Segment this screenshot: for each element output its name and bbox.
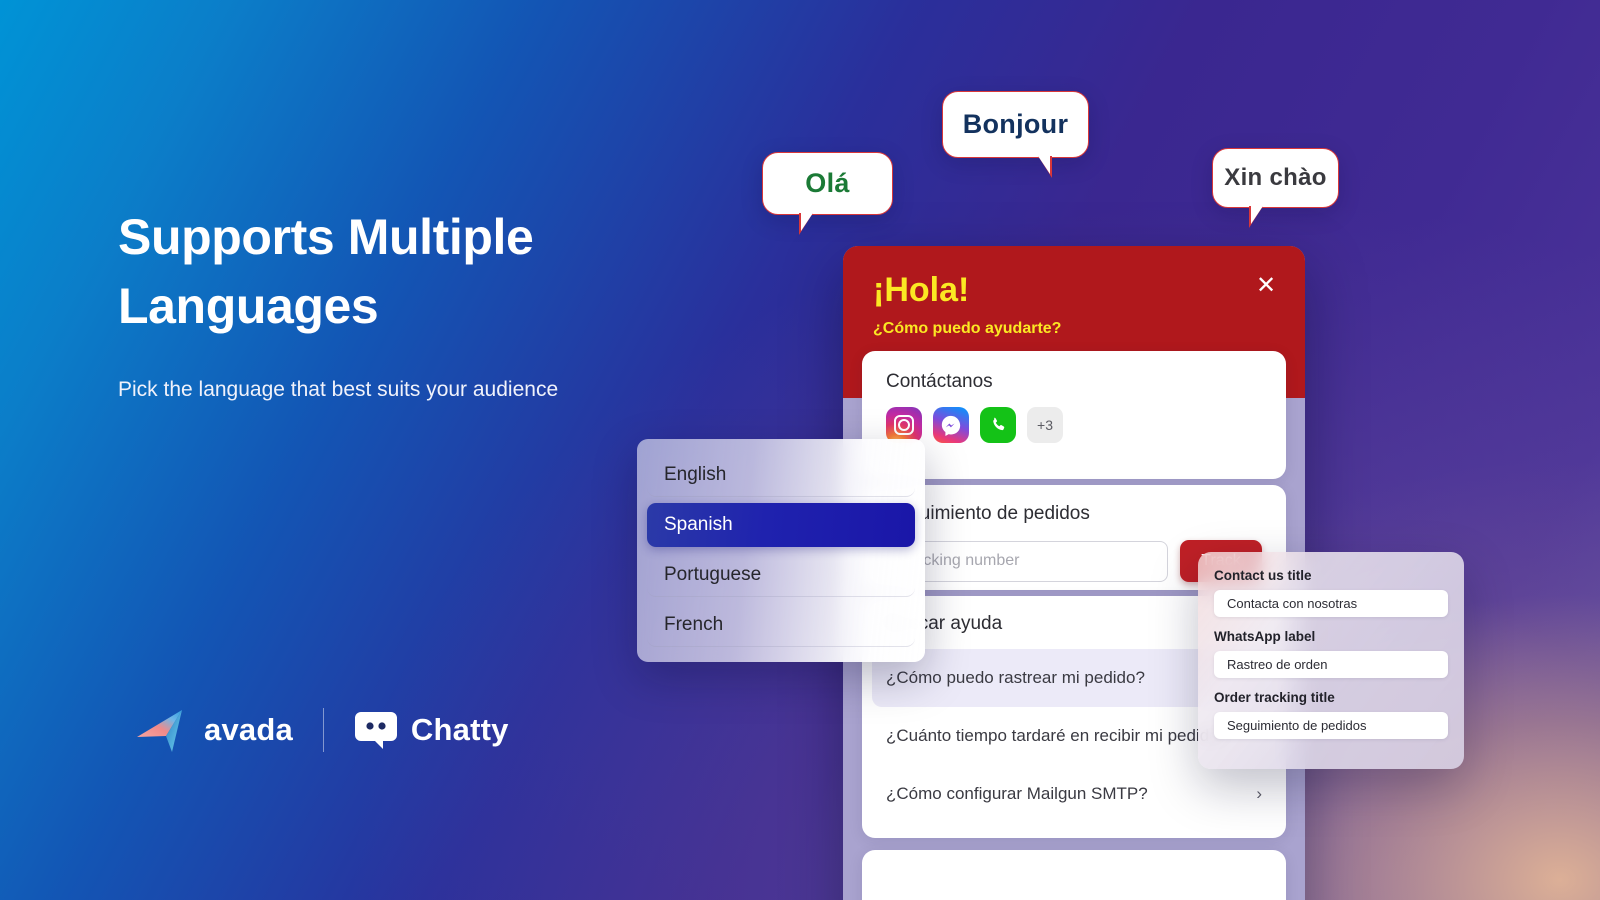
- faq-card-overflow: [862, 850, 1286, 900]
- tracking-number-input[interactable]: [886, 540, 1168, 582]
- brand-divider: [322, 708, 324, 752]
- brand-row: avada Chatty: [136, 707, 509, 753]
- language-label: Portuguese: [664, 563, 762, 585]
- whatsapp-label-input[interactable]: Rastreo de orden: [1214, 651, 1448, 678]
- chat-bubble-icon: [354, 712, 397, 749]
- promo-banner: Supports Multiple Languages Pick the lan…: [0, 0, 1600, 900]
- faq-question: ¿Cómo puedo rastrear mi pedido?: [886, 668, 1145, 687]
- whatsapp-label-label: WhatsApp label: [1214, 629, 1316, 644]
- language-dropdown[interactable]: English Spanish Portuguese French: [637, 439, 925, 662]
- social-channel-row: +3: [886, 407, 1262, 443]
- greeting-subtitle: ¿Cómo puedo ayudarte?: [873, 320, 1062, 338]
- faq-item[interactable]: ¿Cómo configurar Mailgun SMTP? ›: [872, 765, 1276, 823]
- instagram-icon[interactable]: [886, 407, 922, 443]
- language-option-portuguese[interactable]: Portuguese: [647, 553, 915, 597]
- language-label: Spanish: [664, 514, 733, 535]
- contact-us-title-input[interactable]: Contacta con nosotras: [1214, 590, 1448, 617]
- more-channels-chip[interactable]: +3: [1027, 407, 1063, 443]
- translation-settings-panel: Contact us title Contacta con nosotras W…: [1198, 552, 1464, 769]
- bubble-text: Bonjour: [962, 109, 1069, 139]
- language-option-french[interactable]: French: [647, 603, 915, 647]
- language-label: English: [664, 463, 727, 485]
- faq-question: ¿Cómo configurar Mailgun SMTP?: [886, 784, 1148, 803]
- messenger-icon[interactable]: [933, 407, 969, 443]
- chatty-logo: Chatty: [354, 710, 509, 750]
- close-icon[interactable]: ✕: [1253, 273, 1279, 299]
- faq-question: ¿Cuánto tiempo tardaré en recibir mi ped…: [886, 726, 1229, 745]
- order-tracking-title: Seguimiento de pedidos: [886, 503, 1090, 524]
- whatsapp-icon[interactable]: [980, 407, 1016, 443]
- language-label: French: [664, 613, 724, 635]
- page-title: Supports Multiple Languages: [118, 209, 534, 334]
- order-tracking-title-label: Order tracking title: [1214, 690, 1335, 705]
- chatty-wordmark: Chatty: [410, 712, 509, 747]
- chevron-right-icon: ›: [1256, 784, 1262, 803]
- greeting-text: ¡Hola!: [873, 271, 970, 309]
- speech-bubble-french: Bonjour: [942, 91, 1089, 178]
- speech-bubble-vietnamese: Xin chào: [1212, 148, 1339, 228]
- contact-card-title: Contáctanos: [886, 371, 993, 392]
- avada-plane-icon: [137, 710, 182, 752]
- contact-card: Contáctanos +3: [862, 351, 1286, 479]
- bubble-text: Olá: [805, 168, 850, 198]
- avada-logo: avada: [136, 707, 293, 753]
- language-option-english[interactable]: English: [647, 453, 915, 497]
- contact-us-title-label: Contact us title: [1214, 568, 1312, 583]
- language-option-spanish[interactable]: Spanish: [647, 503, 915, 547]
- bubble-text: Xin chào: [1224, 164, 1327, 191]
- order-tracking-title-input[interactable]: Seguimiento de pedidos: [1214, 712, 1448, 739]
- page-subtitle: Pick the language that best suits your a…: [118, 378, 559, 401]
- avada-wordmark: avada: [204, 712, 293, 747]
- speech-bubble-portuguese: Olá: [762, 152, 893, 235]
